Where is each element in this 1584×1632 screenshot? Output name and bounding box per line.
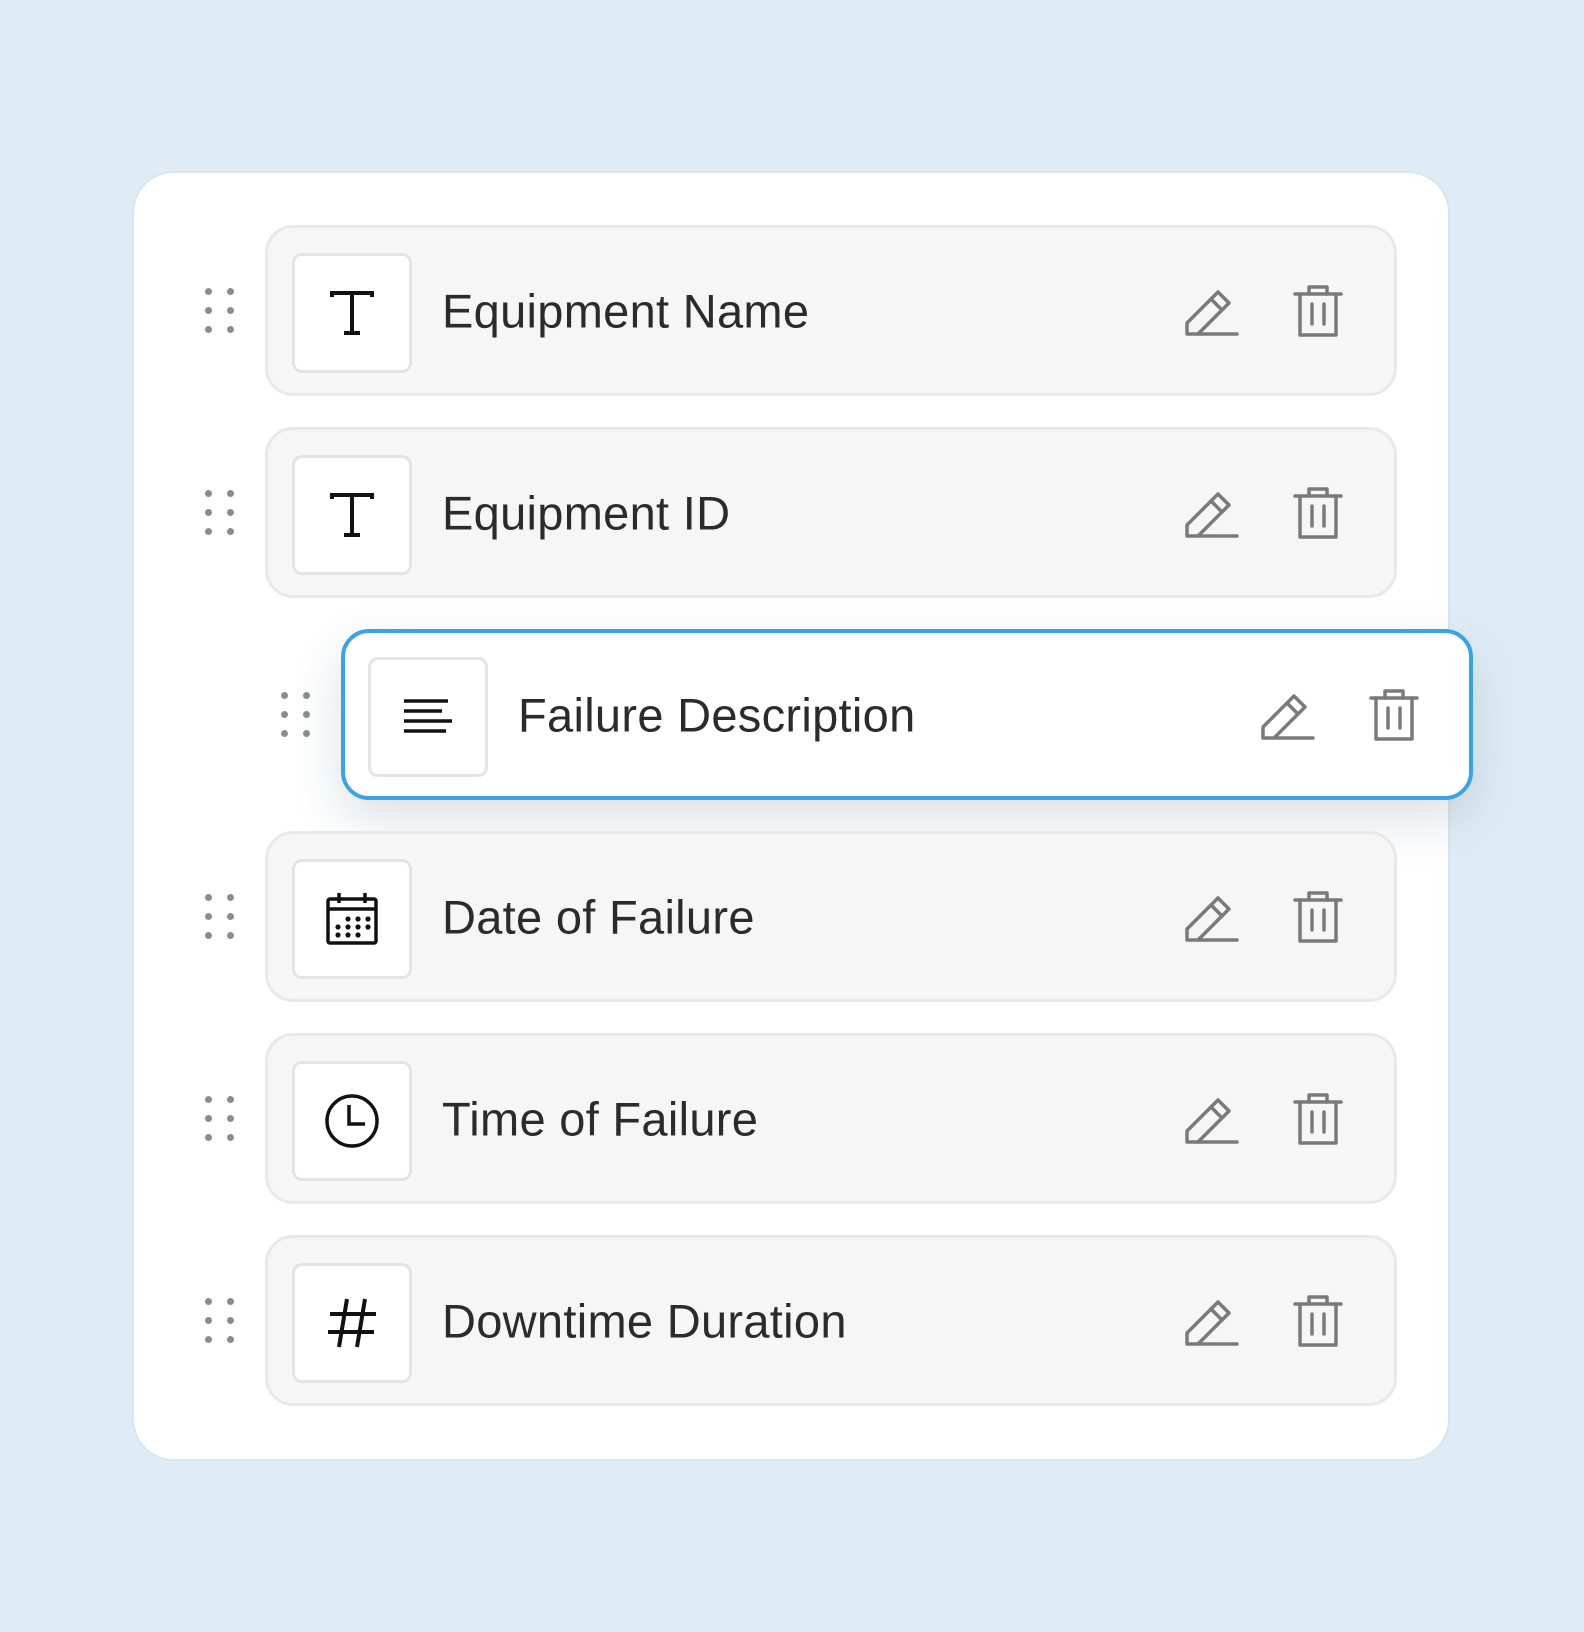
field-card-selected[interactable]: Failure Description [341,629,1473,800]
field-card[interactable]: Downtime Duration [265,1235,1397,1406]
calendar-icon [326,893,378,945]
pencil-icon [1185,491,1239,538]
pencil-icon [1185,1097,1239,1144]
trash-icon [1369,688,1419,741]
drag-handle-icon[interactable] [205,894,235,940]
field-type-badge [292,859,412,979]
pencil-icon [1261,693,1315,740]
field-label: Date of Failure [442,890,755,943]
pencil-icon [1185,895,1239,942]
edit-button[interactable] [1256,684,1318,746]
text-type-icon [330,291,374,335]
field-row-failure-description: Failure Description [0,628,1584,803]
clock-icon [325,1094,379,1148]
field-row-date-of-failure: Date of Failure [0,830,1584,1005]
field-row-equipment-id: Equipment ID [0,426,1584,601]
field-card[interactable]: Equipment Name [265,225,1397,396]
hash-icon [328,1298,376,1348]
delete-button[interactable] [1363,684,1425,746]
drag-handle-icon[interactable] [205,288,235,334]
field-type-badge [292,1061,412,1181]
delete-button[interactable] [1287,886,1349,948]
paragraph-type-icon [404,699,452,733]
trash-icon [1293,284,1343,337]
delete-button[interactable] [1287,1088,1349,1150]
field-type-badge [292,1263,412,1383]
field-card[interactable]: Time of Failure [265,1033,1397,1204]
field-row-equipment-name: Equipment Name [0,224,1584,399]
drag-handle-icon[interactable] [205,1298,235,1344]
field-type-badge [368,657,488,777]
edit-button[interactable] [1180,1290,1242,1352]
trash-icon [1293,1294,1343,1347]
drag-handle-icon[interactable] [281,692,311,738]
trash-icon [1293,890,1343,943]
delete-button[interactable] [1287,280,1349,342]
field-label: Time of Failure [442,1092,759,1145]
field-card[interactable]: Equipment ID [265,427,1397,598]
pencil-icon [1185,1299,1239,1346]
field-row-time-of-failure: Time of Failure [0,1032,1584,1207]
drag-handle-icon[interactable] [205,490,235,536]
trash-icon [1293,1092,1343,1145]
field-label: Equipment ID [442,486,731,539]
delete-button[interactable] [1287,1290,1349,1352]
trash-icon [1293,486,1343,539]
field-type-badge [292,253,412,373]
edit-button[interactable] [1180,482,1242,544]
field-label: Failure Description [518,688,916,741]
field-label: Equipment Name [442,284,810,337]
field-row-downtime-duration: Downtime Duration [0,1234,1584,1409]
field-type-badge [292,455,412,575]
edit-button[interactable] [1180,280,1242,342]
field-label: Downtime Duration [442,1294,847,1347]
text-type-icon [330,493,374,537]
edit-button[interactable] [1180,886,1242,948]
field-card[interactable]: Date of Failure [265,831,1397,1002]
delete-button[interactable] [1287,482,1349,544]
drag-handle-icon[interactable] [205,1096,235,1142]
edit-button[interactable] [1180,1088,1242,1150]
pencil-icon [1185,289,1239,336]
